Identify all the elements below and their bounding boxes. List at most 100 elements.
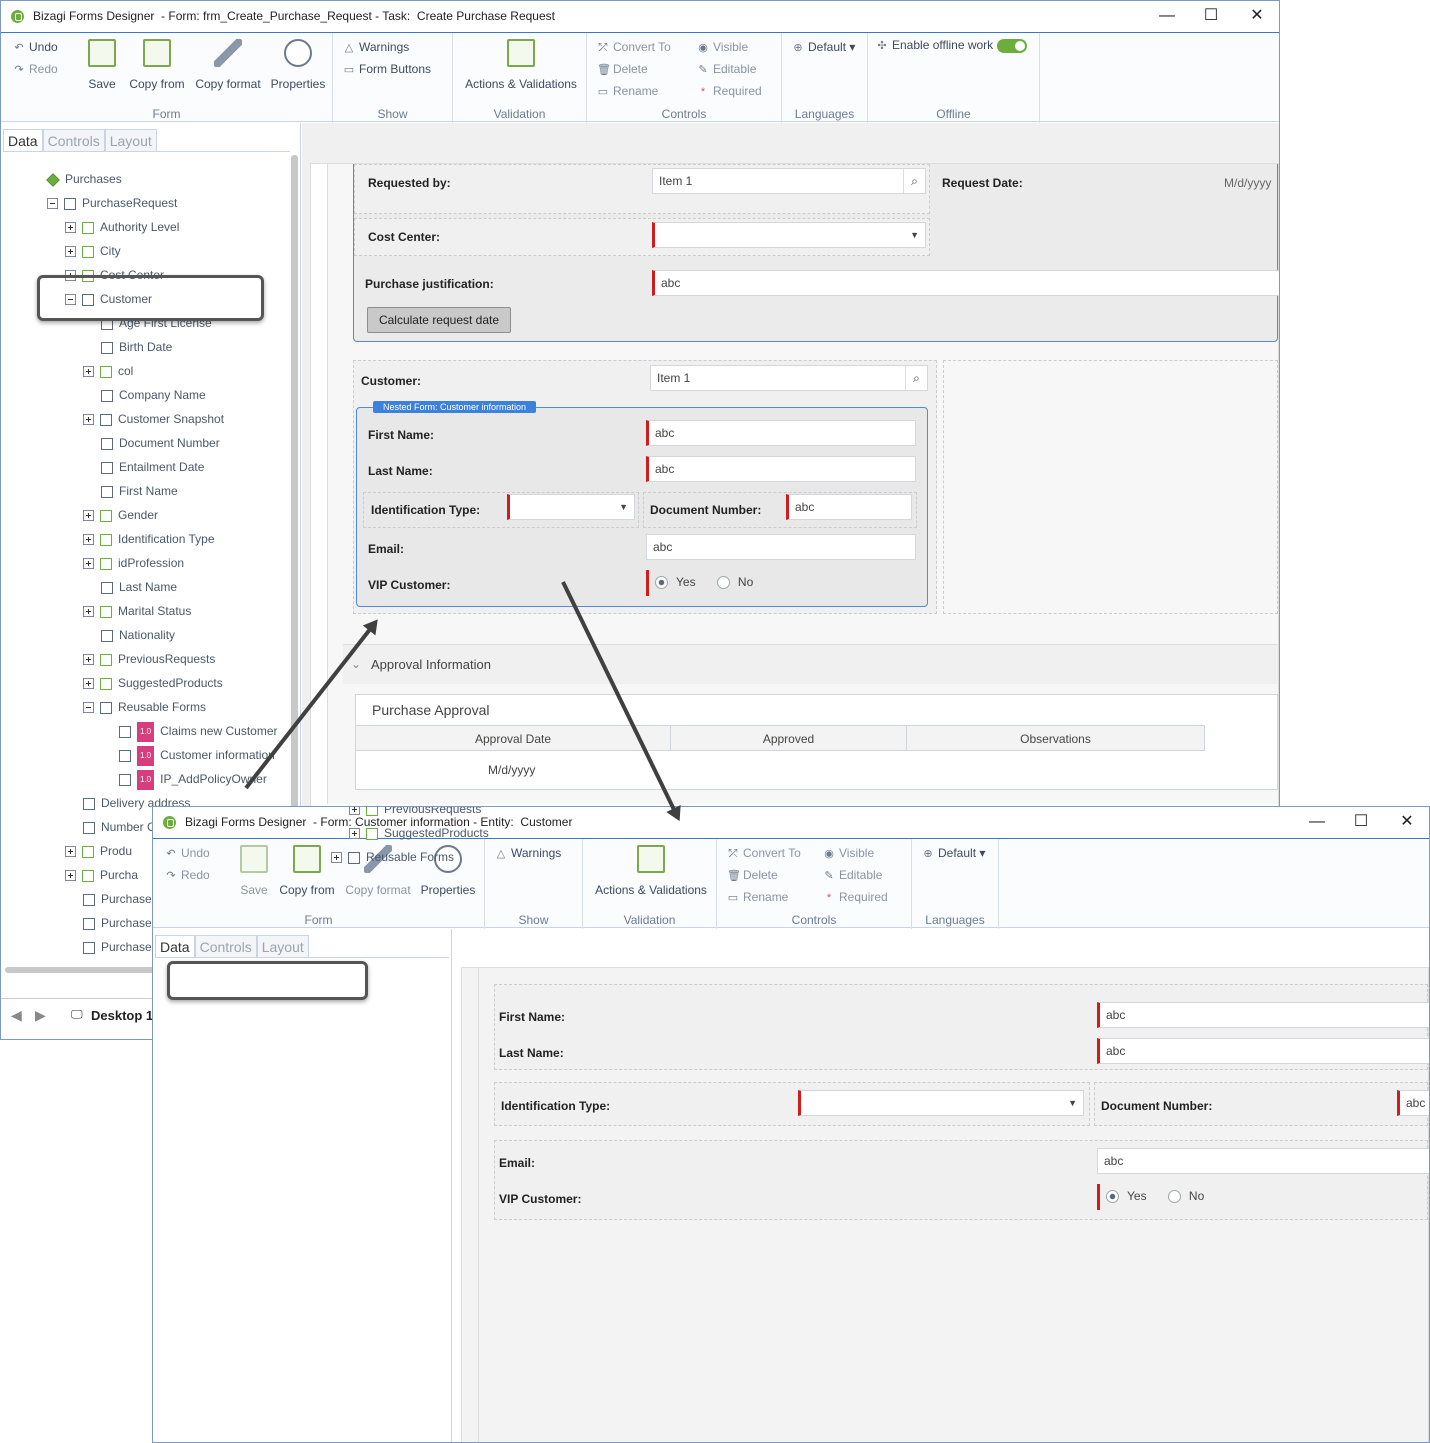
redo-button[interactable]: ↷ Redo (13, 62, 57, 76)
expand-icon[interactable] (331, 852, 342, 864)
approval-info-header[interactable]: ⌄ Approval Information (343, 644, 1278, 684)
requested-by-input[interactable]: Item 1 ⌕ (652, 168, 926, 194)
close-button[interactable]: ✕ (1384, 807, 1429, 837)
tree-item[interactable]: Gender (83, 506, 158, 524)
first-name-input[interactable]: abc (646, 420, 916, 446)
tree-item[interactable]: Purcha (65, 866, 138, 884)
collapse-chevron-icon[interactable]: ⌄ (351, 657, 361, 671)
device-label[interactable]: Desktop 12 (91, 1008, 160, 1023)
tree-item[interactable]: Document Number (101, 434, 220, 452)
tree-item[interactable]: PreviousRequests (349, 807, 481, 818)
identification-type-select[interactable]: ▼ (798, 1090, 1084, 1116)
save-button[interactable]: Save (239, 845, 269, 897)
tree-item[interactable]: Nationality (101, 626, 175, 644)
expand-icon[interactable] (65, 870, 76, 882)
offline-toggle[interactable]: ✣ Enable offline work (876, 38, 1028, 53)
expand-icon[interactable] (83, 558, 94, 570)
first-name-input[interactable]: abc (1097, 1002, 1429, 1028)
delete-button[interactable]: 🗑 Delete (727, 868, 778, 882)
expand-icon[interactable] (349, 828, 360, 840)
expand-icon[interactable] (83, 366, 94, 378)
tree-item[interactable]: Reusable Forms (331, 848, 454, 866)
column-approved[interactable]: Approved (671, 725, 907, 751)
tree-item[interactable]: Purchases (46, 170, 122, 188)
calculate-request-date-button[interactable]: Calculate request date (367, 307, 511, 333)
visible-button[interactable]: ◉ Visible (697, 40, 748, 54)
request-date-input[interactable]: M/d/yyyy (1224, 176, 1271, 190)
convert-to-button[interactable]: ⤱ Convert To (727, 846, 801, 861)
email-input[interactable]: abc (646, 534, 916, 560)
tree-item[interactable]: Number C (83, 818, 156, 836)
properties-button[interactable]: Properties (269, 39, 327, 91)
scroll-left-icon[interactable]: ◀ (11, 1007, 22, 1024)
undo-button[interactable]: ↶ Undo (165, 846, 209, 860)
maximize-button[interactable]: ☐ (1188, 1, 1234, 31)
vip-yes-radio[interactable] (1106, 1190, 1119, 1204)
warnings-button[interactable]: △ Warnings (495, 846, 561, 860)
minimize-button[interactable]: — (1294, 807, 1340, 837)
tree-item[interactable]: PurchaseRequest (47, 194, 177, 212)
save-button[interactable]: Save (87, 39, 117, 91)
maximize-button[interactable]: ☐ (1338, 807, 1384, 837)
language-dropdown[interactable]: ⊕ Default ▾ (922, 846, 985, 860)
tree-item[interactable]: Last Name (101, 578, 177, 596)
tree-item[interactable]: City (65, 242, 121, 260)
column-observations[interactable]: Observations (907, 725, 1205, 751)
expand-icon[interactable] (83, 414, 94, 426)
required-button[interactable]: * Required (697, 84, 762, 98)
editable-button[interactable]: ✎ Editable (823, 868, 882, 882)
expand-icon[interactable] (83, 678, 94, 690)
copy-from-button[interactable]: Copy from (277, 845, 337, 897)
tree-item[interactable]: Reusable Forms (83, 698, 206, 716)
redo-button[interactable]: ↷ Redo (165, 868, 209, 882)
rename-button[interactable]: ▭ Rename (727, 890, 789, 904)
copy-from-button[interactable]: Copy from (127, 39, 187, 91)
tree-item[interactable]: Entailment Date (101, 458, 204, 476)
tree-item[interactable]: SuggestedProducts (349, 824, 489, 842)
search-icon[interactable]: ⌕ (905, 366, 927, 390)
column-approval-date[interactable]: Approval Date (356, 725, 671, 751)
search-icon[interactable]: ⌕ (903, 169, 925, 193)
grid-cell-approval-date[interactable]: M/d/yyyy (488, 763, 535, 777)
tree-item[interactable]: Purchase (83, 938, 152, 956)
visible-button[interactable]: ◉ Visible (823, 846, 874, 860)
tree-item[interactable]: PreviousRequests (83, 650, 215, 668)
delete-button[interactable]: 🗑 Delete (597, 62, 648, 76)
vip-yes-radio[interactable] (655, 576, 668, 590)
tree-item[interactable]: 1.0 Claims new Customer (119, 722, 278, 742)
tree-item[interactable]: Purchase (83, 914, 152, 932)
last-name-input[interactable]: abc (646, 456, 916, 482)
document-number-input[interactable]: abc (1397, 1090, 1429, 1116)
email-input[interactable]: abc (1097, 1148, 1429, 1174)
tree-item[interactable]: Birth Date (101, 338, 172, 356)
tree-item[interactable]: First Name (101, 482, 178, 500)
tree-item[interactable]: Company Name (101, 386, 206, 404)
convert-to-button[interactable]: ⤱ Convert To (597, 40, 671, 55)
tree-item[interactable]: Purchase (83, 890, 152, 908)
copy-format-button[interactable]: Copy format (193, 39, 263, 91)
close-button[interactable]: ✕ (1234, 1, 1279, 31)
language-dropdown[interactable]: ⊕ Default ▾ (792, 40, 855, 54)
expand-icon[interactable] (65, 846, 76, 858)
tree-item[interactable]: idProfession (83, 554, 184, 572)
collapse-icon[interactable] (83, 702, 94, 714)
actions-validations-button[interactable]: Actions & Validations (589, 845, 713, 897)
undo-button[interactable]: ↶ Undo (13, 40, 57, 54)
warnings-button[interactable]: △ Warnings (343, 40, 409, 54)
last-name-input[interactable]: abc (1097, 1038, 1429, 1064)
required-button[interactable]: * Required (823, 890, 888, 904)
actions-validations-button[interactable]: Actions & Validations (461, 39, 581, 91)
minimize-button[interactable]: — (1144, 1, 1190, 31)
expand-icon[interactable] (83, 534, 94, 546)
expand-icon[interactable] (65, 246, 76, 258)
vip-no-radio[interactable] (1167, 1190, 1181, 1204)
tree-item[interactable]: Identification Type (83, 530, 215, 548)
expand-icon[interactable] (83, 510, 94, 522)
rename-button[interactable]: ▭ Rename (597, 84, 659, 98)
expand-icon[interactable] (65, 222, 76, 234)
expand-icon[interactable] (83, 606, 94, 618)
toggle-switch[interactable] (997, 38, 1028, 53)
customer-input[interactable]: Item 1 ⌕ (650, 365, 928, 391)
tree-item[interactable]: col (83, 362, 133, 380)
collapse-icon[interactable] (47, 198, 58, 210)
